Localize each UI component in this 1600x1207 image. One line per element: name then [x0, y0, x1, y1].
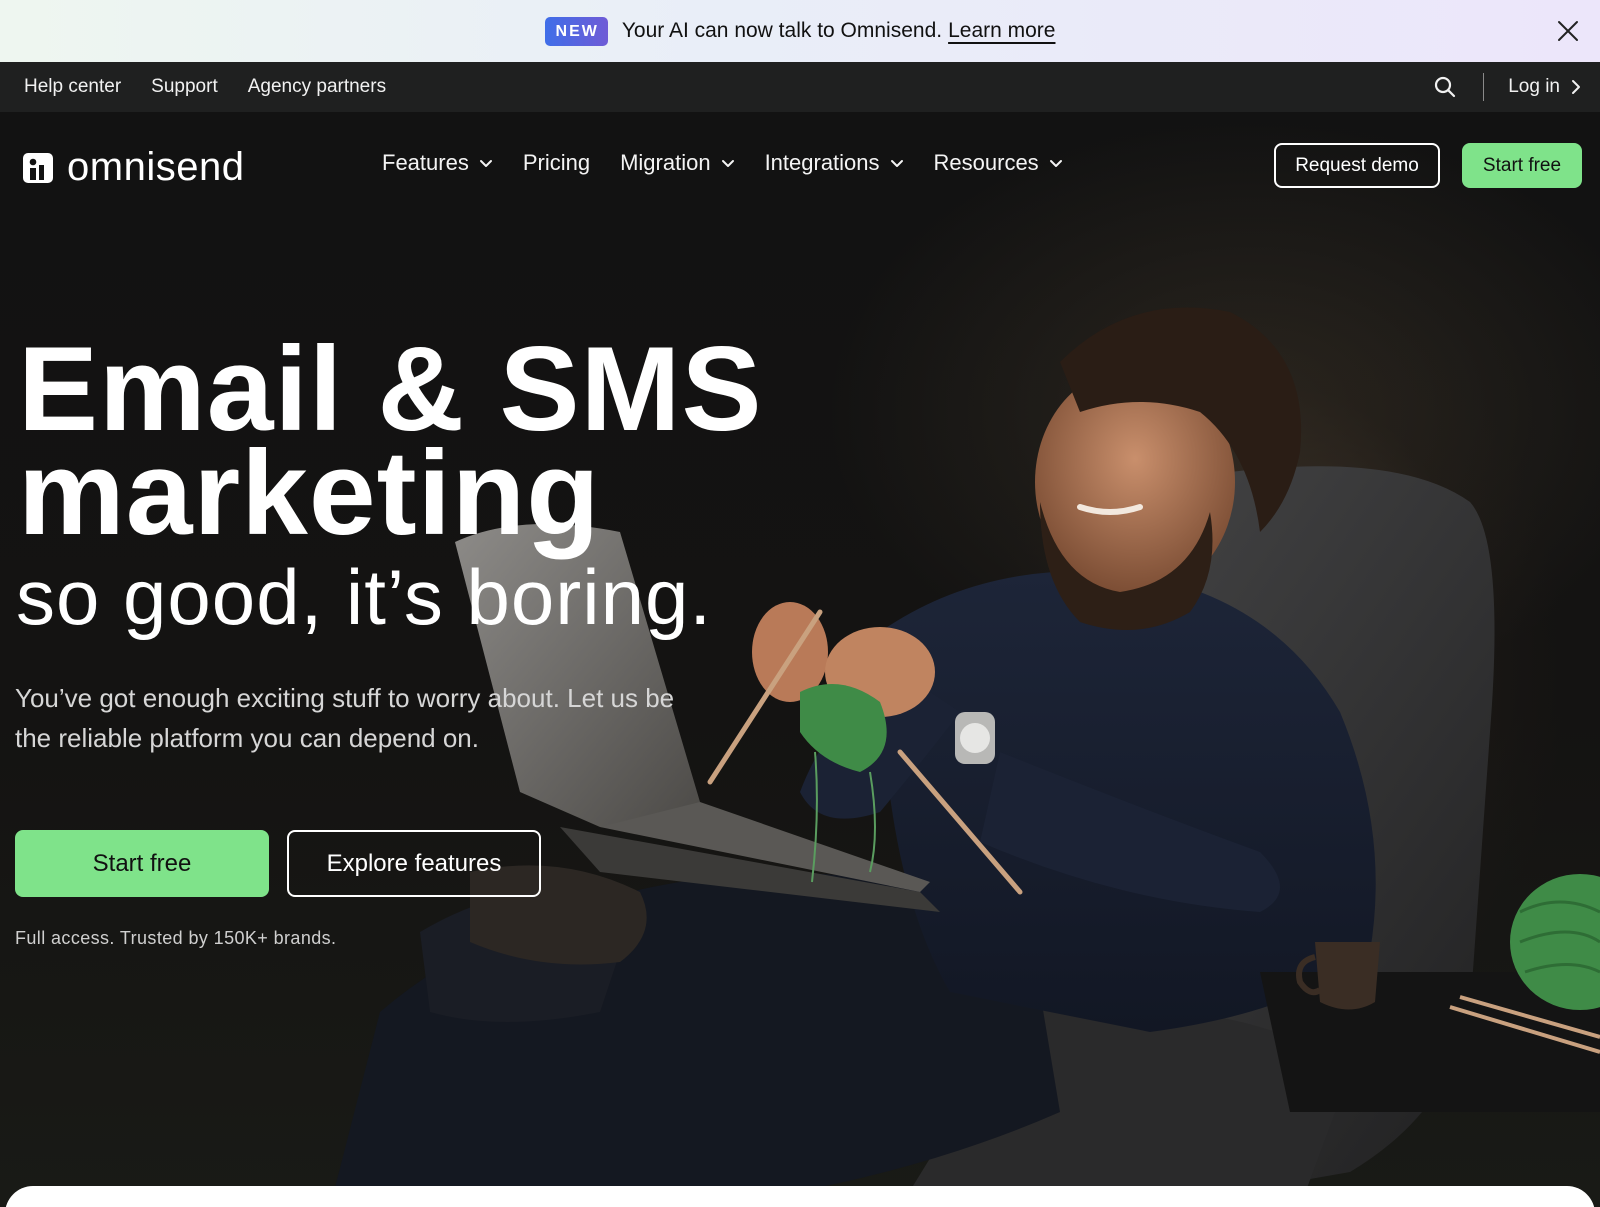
- login-link[interactable]: Log in: [1508, 76, 1582, 98]
- support-link[interactable]: Support: [151, 76, 218, 98]
- announcement-bar: NEW Your AI can now talk to Omnisend. Le…: [0, 0, 1600, 62]
- chevron-right-icon: [1572, 80, 1580, 94]
- headline-line-2: marketing: [18, 426, 601, 560]
- nav-start-free-button[interactable]: Start free: [1462, 143, 1582, 188]
- hero-description: You’ve got enough exciting stuff to worr…: [15, 683, 675, 753]
- search-icon[interactable]: [1433, 75, 1457, 99]
- nav-features-label: Features: [382, 150, 469, 175]
- divider: [1483, 73, 1485, 101]
- request-demo-button[interactable]: Request demo: [1274, 143, 1440, 188]
- hero-start-free-button[interactable]: Start free: [15, 830, 269, 897]
- main-nav: omnisend Features Pricing Migration Inte…: [0, 112, 1600, 217]
- utility-right: Log in: [1433, 73, 1600, 101]
- agency-partners-link[interactable]: Agency partners: [248, 76, 386, 98]
- explore-features-button[interactable]: Explore features: [287, 830, 541, 897]
- nav-items: Features Pricing Migration Integrations …: [382, 150, 1063, 176]
- nav-resources-label: Resources: [933, 150, 1039, 175]
- nav-pricing-label: Pricing: [522, 150, 591, 175]
- hero-photo: [330, 307, 1600, 1207]
- close-icon[interactable]: [1554, 17, 1582, 45]
- chevron-down-icon: [890, 160, 903, 167]
- chevron-down-icon: [1049, 160, 1062, 167]
- nav-features[interactable]: Features: [382, 150, 493, 176]
- utility-links: Help center Support Agency partners: [0, 76, 386, 98]
- hero-subhead: so good, it’s boring.: [16, 553, 712, 641]
- omnisend-logo[interactable]: omnisend: [23, 145, 244, 190]
- login-label: Log in: [1508, 76, 1560, 97]
- hero-headline: Email & SMS marketing: [18, 329, 763, 560]
- chevron-down-icon: [721, 160, 734, 167]
- nav-resources[interactable]: Resources: [934, 150, 1063, 176]
- utility-bar: Help center Support Agency partners Log …: [0, 62, 1600, 112]
- nav-integrations[interactable]: Integrations: [765, 150, 904, 176]
- hero-section: omnisend Features Pricing Migration Inte…: [0, 112, 1600, 1207]
- nav-integrations-label: Integrations: [764, 150, 880, 175]
- announcement-text: Your AI can now talk to Omnisend.: [621, 19, 943, 42]
- trusted-note: Full access. Trusted by 150K+ brands.: [15, 928, 337, 948]
- nav-migration-label: Migration: [620, 150, 711, 175]
- next-section-card: [5, 1186, 1595, 1207]
- chevron-down-icon: [479, 160, 492, 167]
- logo-text: omnisend: [67, 145, 245, 189]
- help-center-link[interactable]: Help center: [24, 76, 121, 98]
- new-badge: NEW: [544, 16, 608, 46]
- nav-pricing[interactable]: Pricing: [523, 150, 590, 176]
- learn-more-link[interactable]: Learn more: [948, 19, 1055, 43]
- nav-migration[interactable]: Migration: [620, 150, 734, 176]
- omnisend-logo-icon: [23, 152, 53, 183]
